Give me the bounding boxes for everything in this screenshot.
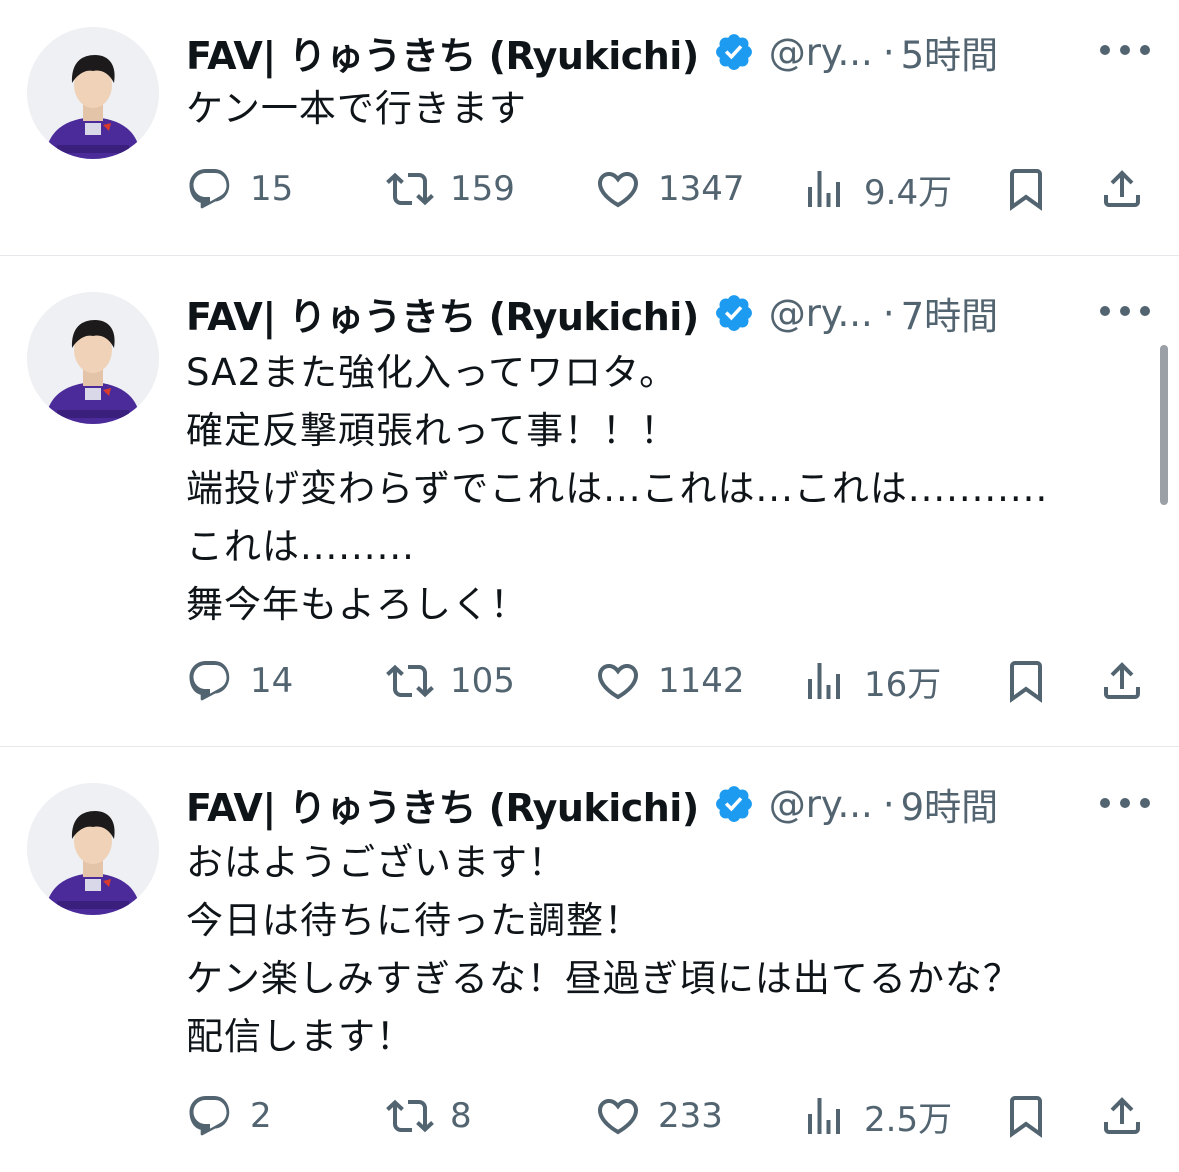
avatar-image (27, 27, 159, 159)
share-button[interactable] (1098, 164, 1146, 214)
scrollbar[interactable] (1160, 345, 1168, 505)
three-dots-icon (1100, 306, 1110, 316)
reply-count: 2 (250, 1096, 272, 1136)
action-bar: 14 105 1142 16万 (186, 656, 1146, 706)
more-options-button[interactable] (1100, 796, 1150, 810)
divider (0, 746, 1179, 747)
action-bar: 2 8 233 2.5万 (186, 1091, 1146, 1141)
retweet-count: 105 (450, 661, 515, 701)
reply-button[interactable]: 14 (186, 656, 293, 706)
more-options-button[interactable] (1100, 43, 1150, 57)
bookmark-icon (1010, 661, 1042, 703)
more-options-button[interactable] (1100, 304, 1150, 318)
heart-icon (597, 664, 639, 700)
retweet-arrows-icon (386, 1099, 434, 1133)
display-name[interactable]: FAV| りゅうきち (Ryukichi) (186, 286, 699, 341)
three-dots-icon (1100, 798, 1110, 808)
like-count: 1142 (658, 661, 745, 701)
views-button[interactable]: 2.5万 (800, 1091, 952, 1141)
like-button[interactable]: 1347 (594, 164, 745, 214)
separator-dot: · (882, 291, 895, 335)
handle[interactable]: @ry... (769, 292, 873, 335)
verified-badge-icon (715, 786, 752, 822)
views-button[interactable]: 9.4万 (800, 164, 952, 214)
retweet-arrows-icon (386, 172, 434, 206)
like-count: 1347 (658, 169, 745, 209)
avatar[interactable] (27, 292, 159, 424)
action-bar: 15 159 1347 9.4万 (186, 164, 1146, 214)
bar-chart-icon (808, 663, 840, 699)
heart-icon (597, 1099, 639, 1135)
tweet-text-line: 舞今年もよろしく！ (186, 583, 528, 626)
like-count: 233 (658, 1096, 723, 1136)
views-count: 16万 (864, 664, 942, 705)
avatar[interactable] (27, 27, 159, 159)
reply-count: 14 (250, 661, 294, 701)
like-button[interactable]: 1142 (594, 656, 745, 706)
tweet-text-line: 今日は待ちに待った調整！ (186, 899, 642, 942)
reply-button[interactable]: 15 (186, 164, 293, 214)
retweet-arrows-icon (386, 664, 434, 698)
tweet-text-line: これは......... (186, 525, 415, 568)
avatar[interactable] (27, 783, 159, 915)
bookmark-icon (1010, 1096, 1042, 1138)
share-button[interactable] (1098, 1091, 1146, 1141)
separator-dot: · (882, 782, 895, 826)
tweet-text: SA2また強化入ってワロタ。 確定反撃頑張れって事！！！ 端投げ変わらずでこれは… (186, 344, 1146, 634)
bookmark-button[interactable] (1002, 164, 1050, 214)
tweet-text-line: 配信します！ (186, 1015, 414, 1058)
speech-bubble-icon (189, 169, 230, 209)
tweet-text-line: ケン一本で行きます (186, 87, 527, 130)
display-name[interactable]: FAV| りゅうきち (Ryukichi) (186, 25, 699, 80)
divider (0, 255, 1179, 256)
views-button[interactable]: 16万 (800, 656, 941, 706)
bar-chart-icon (808, 171, 840, 207)
retweet-button[interactable]: 159 (386, 164, 515, 214)
share-upload-icon (1104, 170, 1140, 207)
separator-dot: · (882, 30, 895, 74)
handle[interactable]: @ry... (769, 31, 873, 74)
retweet-button[interactable]: 8 (386, 1091, 472, 1141)
views-count: 2.5万 (864, 1099, 953, 1140)
tweet-text-line: ケン楽しみすぎるな！昼過ぎ頃には出てるかな？ (186, 957, 1021, 1000)
retweet-count: 8 (450, 1096, 472, 1136)
share-button[interactable] (1098, 656, 1146, 706)
display-name[interactable]: FAV| りゅうきち (Ryukichi) (186, 777, 699, 832)
tweet-text-line: おはようございます！ (186, 841, 566, 884)
heart-icon (597, 172, 639, 208)
bookmark-button[interactable] (1002, 1091, 1050, 1141)
speech-bubble-icon (189, 1096, 230, 1136)
verified-badge-icon (715, 34, 752, 70)
handle[interactable]: @ry... (769, 783, 873, 826)
share-upload-icon (1104, 1097, 1140, 1134)
reply-button[interactable]: 2 (186, 1091, 272, 1141)
bookmark-icon (1010, 169, 1042, 211)
bar-chart-icon (808, 1098, 840, 1134)
share-upload-icon (1104, 662, 1140, 699)
timestamp[interactable]: 7時間 (901, 286, 999, 340)
three-dots-icon (1100, 45, 1110, 55)
reply-count: 15 (250, 169, 294, 209)
tweet-text: おはようございます！ 今日は待ちに待った調整！ ケン楽しみすぎるな！昼過ぎ頃には… (186, 834, 1146, 1066)
retweet-count: 159 (450, 169, 515, 209)
like-button[interactable]: 233 (594, 1091, 723, 1141)
tweet-text: ケン一本で行きます (186, 80, 1146, 138)
tweet-text-line: 確定反撃頑張れって事！！！ (186, 409, 679, 452)
retweet-button[interactable]: 105 (386, 656, 515, 706)
avatar-image (27, 783, 159, 915)
speech-bubble-icon (189, 661, 230, 701)
tweet-text-line: SA2また強化入ってワロタ。 (186, 351, 678, 394)
timestamp[interactable]: 5時間 (901, 25, 999, 79)
bookmark-button[interactable] (1002, 656, 1050, 706)
timestamp[interactable]: 9時間 (901, 777, 999, 831)
avatar-image (27, 292, 159, 424)
verified-badge-icon (715, 295, 752, 331)
tweet-text-line: 端投げ変わらずでこれは...これは...これは........... (186, 467, 1049, 510)
views-count: 9.4万 (864, 172, 953, 213)
